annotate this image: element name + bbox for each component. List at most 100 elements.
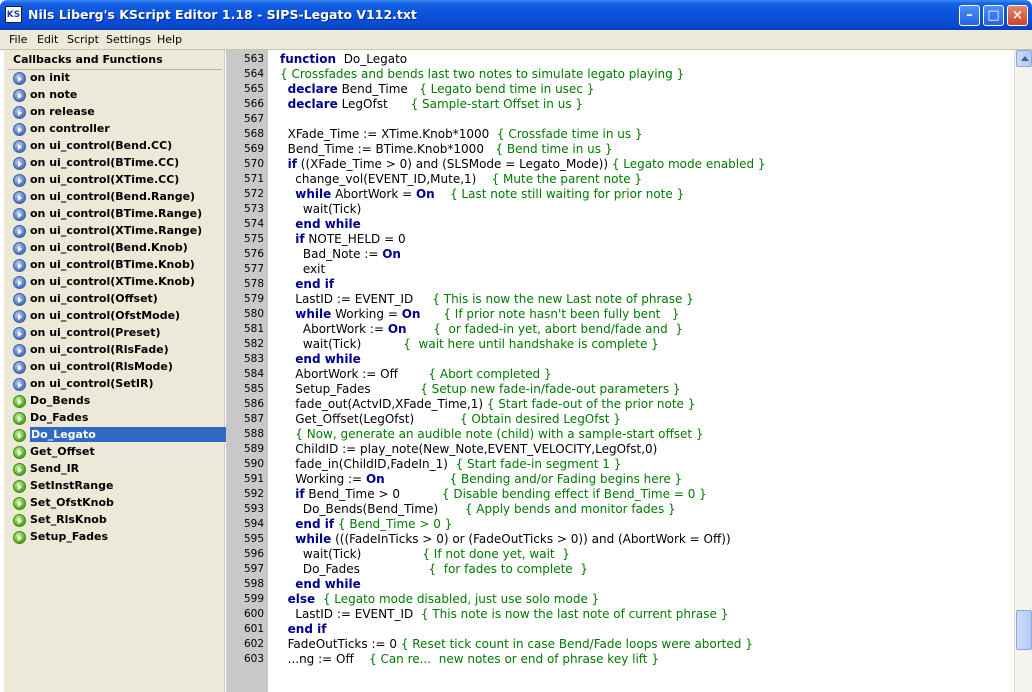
callback-label: Get_Offset	[30, 445, 95, 458]
code-line[interactable]: FadeOutTicks := 0 { Reset tick count in …	[280, 637, 766, 652]
menu-script[interactable]: Script	[67, 33, 99, 46]
code-line[interactable]: Bad_Note := On	[280, 247, 766, 262]
code-line[interactable]: declare Bend_Time { Legato bend time in …	[280, 82, 766, 97]
vertical-scrollbar[interactable]	[1014, 50, 1032, 692]
callback-list-item[interactable]: on ui_control(Bend.Range)	[8, 189, 224, 206]
callback-icon	[13, 378, 26, 391]
code-line[interactable]: Do_Fades { for fades to complete }	[280, 562, 766, 577]
code-area[interactable]: function Do_Legato{ Crossfades and bends…	[280, 52, 766, 667]
code-line[interactable]: while Working = On { If prior note hasn'…	[280, 307, 766, 322]
scroll-up-button[interactable]	[1016, 50, 1032, 67]
code-line[interactable]: AbortWork := On { or faded-in yet, abort…	[280, 322, 766, 337]
code-line[interactable]: change_vol(EVENT_ID,Mute,1) { Mute the p…	[280, 172, 766, 187]
menu-edit[interactable]: Edit	[37, 33, 58, 46]
code-line[interactable]: if Bend_Time > 0 { Disable bending effec…	[280, 487, 766, 502]
menu-file[interactable]: File	[9, 33, 27, 46]
callback-icon	[13, 140, 26, 153]
keyword-token: end while	[295, 352, 361, 366]
code-line[interactable]: if NOTE_HELD = 0	[280, 232, 766, 247]
callback-list-item[interactable]: Send_IR	[8, 461, 224, 478]
keyword-token: if	[295, 232, 305, 246]
line-number: 592	[243, 488, 264, 500]
code-line[interactable]: wait(Tick) { wait here until handshake i…	[280, 337, 766, 352]
callback-list-item[interactable]: on ui_control(OfstMode)	[8, 308, 224, 325]
callback-list-item[interactable]: on ui_control(Preset)	[8, 325, 224, 342]
code-line[interactable]: fade_in(ChildID,FadeIn_1) { Start fade-i…	[280, 457, 766, 472]
code-line[interactable]: end if	[280, 277, 766, 292]
code-line[interactable]: end while	[280, 352, 766, 367]
code-editor[interactable]: 563 564 565 566 567 568 569 570 571 572 573 574 575 5…	[226, 50, 1014, 692]
callback-list-item[interactable]: Do_Bends	[8, 393, 224, 410]
code-line[interactable]: { Now, generate an audible note (child) …	[280, 427, 766, 442]
callback-label: on ui_control(OfstMode)	[30, 309, 181, 322]
code-line[interactable]: Setup_Fades { Setup new fade-in/fade-out…	[280, 382, 766, 397]
code-token: Bend_Time > 0	[304, 487, 442, 501]
code-line[interactable]: Bend_Time := BTime.Knob*1000 { Bend time…	[280, 142, 766, 157]
callback-list-item[interactable]: on note	[8, 87, 224, 104]
code-line[interactable]: declare LegOfst { Sample-start Offset in…	[280, 97, 766, 112]
callback-list-item[interactable]: on init	[8, 70, 224, 87]
callback-list-item[interactable]: on ui_control(RlsFade)	[8, 342, 224, 359]
callback-list-item[interactable]: on ui_control(BTime.Knob)	[8, 257, 224, 274]
code-line[interactable]	[280, 112, 766, 127]
callback-list-item[interactable]: on ui_control(XTime.CC)	[8, 172, 224, 189]
code-line[interactable]: end while	[280, 217, 766, 232]
maximize-button[interactable]: □	[983, 5, 1004, 26]
line-number: 594	[243, 518, 264, 530]
scroll-thumb[interactable]	[1016, 610, 1032, 650]
callback-list-item[interactable]: on ui_control(RlsMode)	[8, 359, 224, 376]
callback-list-item[interactable]: on ui_control(Bend.Knob)	[8, 240, 224, 257]
menu-settings[interactable]: Settings	[106, 33, 151, 46]
callback-list-item[interactable]: Set_RlsKnob	[8, 512, 224, 529]
comment-token: { Start fade-out of the prior note }	[486, 397, 696, 411]
code-line[interactable]: ...ng := Off { Can re... new notes or en…	[280, 652, 766, 667]
callback-list-item[interactable]: on release	[8, 104, 224, 121]
code-line[interactable]: Working := On { Bending and/or Fading be…	[280, 472, 766, 487]
minimize-button[interactable]: –	[959, 5, 980, 26]
code-line[interactable]: fade_out(ActvID,XFade_Time,1) { Start fa…	[280, 397, 766, 412]
code-line[interactable]: wait(Tick)	[280, 202, 766, 217]
callback-list-item[interactable]: on ui_control(Bend.CC)	[8, 138, 224, 155]
callback-list-item[interactable]: Do_Legato	[8, 427, 226, 444]
code-line[interactable]: XFade_Time := XTime.Knob*1000 { Crossfad…	[280, 127, 766, 142]
code-line[interactable]: end if { Bend_Time > 0 }	[280, 517, 766, 532]
callback-list-item[interactable]: Get_Offset	[8, 444, 224, 461]
code-line[interactable]: AbortWork := Off { Abort completed }	[280, 367, 766, 382]
code-line[interactable]: end if	[280, 622, 766, 637]
code-token: Bend_Time := BTime.Knob*1000	[280, 142, 496, 156]
code-line[interactable]: function Do_Legato	[280, 52, 766, 67]
code-line[interactable]: exit	[280, 262, 766, 277]
code-line[interactable]: { Crossfades and bends last two notes to…	[280, 67, 766, 82]
code-line[interactable]: LastID := EVENT_ID { This note is now th…	[280, 607, 766, 622]
callback-list-item[interactable]: on ui_control(XTime.Knob)	[8, 274, 224, 291]
callback-list-item[interactable]: on ui_control(SetIR)	[8, 376, 224, 393]
app-icon[interactable]: KS	[5, 6, 22, 23]
close-button[interactable]: ×	[1007, 5, 1028, 26]
callback-list-item[interactable]: on ui_control(XTime.Range)	[8, 223, 224, 240]
callback-list-item[interactable]: on ui_control(BTime.CC)	[8, 155, 224, 172]
callback-list-item[interactable]: Do_Fades	[8, 410, 224, 427]
code-token: AbortWork =	[331, 187, 416, 201]
code-token: Setup_Fades	[280, 382, 421, 396]
code-token: Bend_Time	[337, 82, 420, 96]
code-line[interactable]: else { Legato mode disabled, just use so…	[280, 592, 766, 607]
callback-list-item[interactable]: SetInstRange	[8, 478, 224, 495]
code-line[interactable]: Do_Bends(Bend_Time) { Apply bends and mo…	[280, 502, 766, 517]
menu-help[interactable]: Help	[157, 33, 182, 46]
code-line[interactable]: ChildID := play_note(New_Note,EVENT_VELO…	[280, 442, 766, 457]
callback-list-item[interactable]: on ui_control(Offset)	[8, 291, 224, 308]
line-number: 578	[243, 278, 264, 290]
callback-list-item[interactable]: on controller	[8, 121, 224, 138]
code-line[interactable]: while AbortWork = On { Last note still w…	[280, 187, 766, 202]
code-line[interactable]: wait(Tick) { If not done yet, wait }	[280, 547, 766, 562]
code-line[interactable]: Get_Offset(LegOfst) { Obtain desired Leg…	[280, 412, 766, 427]
code-line[interactable]: if ((XFade_Time > 0) and (SLSMode = Lega…	[280, 157, 766, 172]
code-line[interactable]: end while	[280, 577, 766, 592]
callback-list-item[interactable]: Setup_Fades	[8, 529, 224, 546]
callback-list-item[interactable]: Set_OfstKnob	[8, 495, 224, 512]
title-bar[interactable]: KS Nils Liberg's KScript Editor 1.18 - S…	[0, 0, 1032, 30]
callback-list-item[interactable]: on ui_control(BTime.Range)	[8, 206, 224, 223]
callback-icon	[13, 72, 26, 85]
code-line[interactable]: while (((FadeInTicks > 0) or (FadeOutTic…	[280, 532, 766, 547]
code-line[interactable]: LastID := EVENT_ID { This is now the new…	[280, 292, 766, 307]
